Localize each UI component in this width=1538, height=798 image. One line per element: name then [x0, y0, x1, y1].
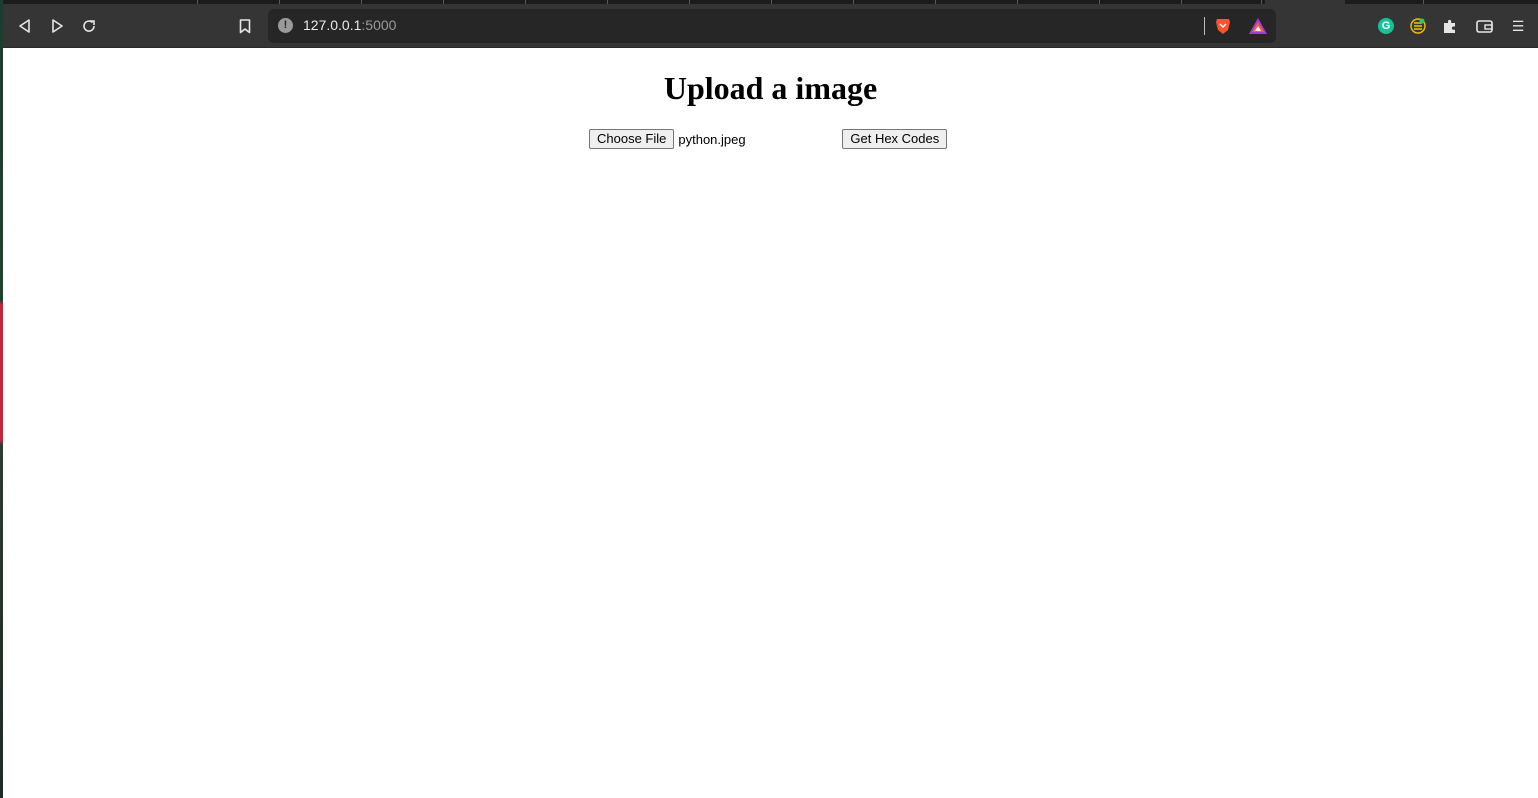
url-divider [1204, 17, 1205, 35]
info-icon[interactable]: ! [278, 18, 293, 33]
menu-icon[interactable]: ☰ [1508, 18, 1528, 34]
extension-icon[interactable] [1408, 16, 1428, 36]
url-port: :5000 [361, 17, 397, 33]
brave-shield-icon[interactable] [1214, 17, 1232, 35]
forward-icon[interactable] [44, 13, 70, 39]
puzzle-icon[interactable] [1440, 16, 1460, 36]
grammarly-badge: G [1378, 18, 1394, 34]
choose-file-button[interactable]: Choose File [589, 129, 675, 149]
back-icon[interactable] [12, 13, 38, 39]
upload-form: Choose File python.jpeg Get Hex Codes [589, 129, 948, 149]
browser-window: ! 127.0.0.1:5000 G ☰ Upload a image Choo… [0, 0, 1538, 798]
bookmark-icon[interactable] [232, 13, 258, 39]
page-content: Upload a image Choose File python.jpeg G… [3, 48, 1538, 798]
wallet-icon[interactable] [1474, 16, 1494, 36]
url-text[interactable]: 127.0.0.1:5000 [303, 17, 396, 33]
page-title: Upload a image [663, 70, 878, 106]
get-hex-codes-button[interactable]: Get Hex Codes [842, 129, 948, 149]
grammarly-icon[interactable]: G [1376, 16, 1396, 36]
brave-rewards-icon[interactable] [1248, 17, 1268, 35]
address-bar[interactable]: ! 127.0.0.1:5000 [268, 9, 1276, 43]
url-host: 127.0.0.1 [303, 17, 362, 33]
browser-toolbar: ! 127.0.0.1:5000 G ☰ [3, 4, 1538, 48]
selected-file-name: python.jpeg [678, 131, 746, 147]
reload-icon[interactable] [76, 13, 102, 39]
